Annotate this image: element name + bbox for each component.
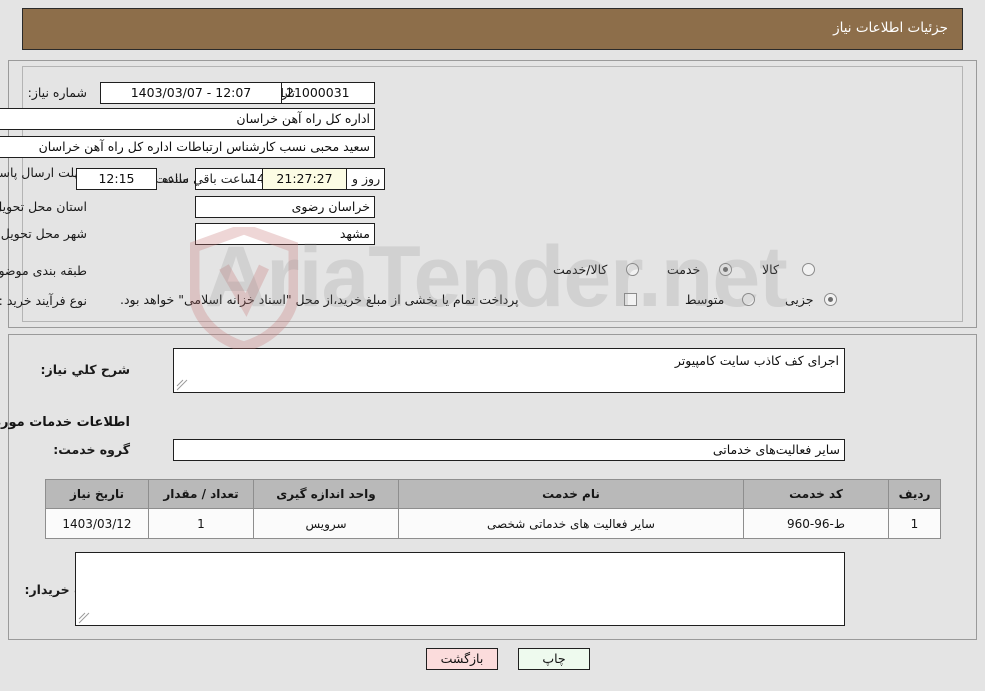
cell-row: 1 (888, 508, 941, 539)
print-button[interactable]: چاپ (518, 648, 590, 670)
resize-grip-icon[interactable] (78, 612, 90, 624)
buyer-notes-textarea[interactable] (75, 552, 845, 626)
services-section-title: اطلاعات خدمات مورد نیاز (0, 415, 130, 430)
radio-category-kala[interactable] (802, 263, 815, 276)
top-panel-inner (22, 66, 963, 322)
need-number-label: شماره نیاز: (27, 85, 87, 100)
cell-quantity: 1 (148, 508, 254, 539)
th-unit: واحد اندازه گیری (253, 479, 399, 509)
province-field[interactable]: خراسان رضوی (195, 196, 375, 218)
th-service-code: کد خدمت (743, 479, 889, 509)
th-need-date: تاریخ نیاز (45, 479, 149, 509)
service-group-field[interactable]: سایر فعالیت‌های خدماتی (173, 439, 845, 461)
radio-category-kala-label: کالا (762, 262, 779, 277)
service-group-label: گروه خدمت: (53, 442, 130, 457)
resize-grip-icon[interactable] (176, 379, 188, 391)
announce-datetime-field[interactable]: 1403/03/07 - 12:07 (100, 82, 282, 104)
province-label: استان محل تحویل: (0, 199, 87, 214)
radio-category-kala-khedmat-label: کالا/خدمت (553, 262, 608, 277)
radio-purchase-motevaset[interactable] (742, 293, 755, 306)
back-button[interactable]: بازگشت (426, 648, 498, 670)
deadline-hour-field[interactable]: 12:15 (76, 168, 157, 190)
countdown-field: 21:27:27 (262, 168, 347, 190)
creator-field[interactable]: سعید محبی نسب کارشناس ارتباطات اداره کل … (0, 136, 375, 158)
purchase-type-label: نوع فرآیند خرید : (0, 293, 87, 308)
radio-category-khedmat[interactable] (719, 263, 732, 276)
need-description-label: شرح کلي نیاز: (40, 362, 130, 377)
need-description-textarea[interactable]: اجرای کف کاذب سایت کامپیوتر (173, 348, 845, 393)
page-header: جزئیات اطلاعات نیاز (22, 8, 963, 50)
cell-unit: سرویس (253, 508, 399, 539)
treasury-note-checkbox[interactable] (624, 293, 637, 306)
deadline-label: مهلت ارسال پاسخ: تا تاریخ: (0, 165, 87, 180)
table-header-row: ردیف کد خدمت نام خدمت واحد اندازه گیری ت… (45, 479, 941, 509)
radio-purchase-jozi[interactable] (824, 293, 837, 306)
remaining-hours-label: ساعت باقي مانده (162, 171, 255, 186)
cell-service-name: سایر فعالیت های خدماتی شخصی (398, 508, 744, 539)
subject-category-label: طبقه بندی موضوعی: (0, 263, 87, 278)
radio-category-khedmat-label: خدمت (667, 262, 701, 277)
radio-purchase-jozi-label: جزیی (785, 292, 814, 307)
th-service-name: نام خدمت (398, 479, 744, 509)
buyer-org-field[interactable]: اداره کل راه آهن خراسان (0, 108, 375, 130)
service-items-table: ردیف کد خدمت نام خدمت واحد اندازه گیری ت… (45, 479, 941, 539)
treasury-note-text: پرداخت تمام یا بخشی از مبلغ خرید،از محل … (120, 292, 519, 307)
cell-need-date: 1403/03/12 (45, 508, 149, 539)
th-row: ردیف (888, 479, 941, 509)
city-field[interactable]: مشهد (195, 223, 375, 245)
deadline-days-label: روز و (352, 171, 381, 186)
radio-purchase-motevaset-label: متوسط (685, 292, 725, 307)
th-quantity: تعداد / مقدار (148, 479, 254, 509)
cell-service-code: ط-96-960 (743, 508, 889, 539)
page-title: جزئیات اطلاعات نیاز (833, 20, 948, 36)
city-label: شهر محل تحویل: (0, 226, 87, 241)
table-row: 1 ط-96-960 سایر فعالیت های خدماتی شخصی س… (45, 508, 941, 539)
radio-category-kala-khedmat[interactable] (626, 263, 639, 276)
